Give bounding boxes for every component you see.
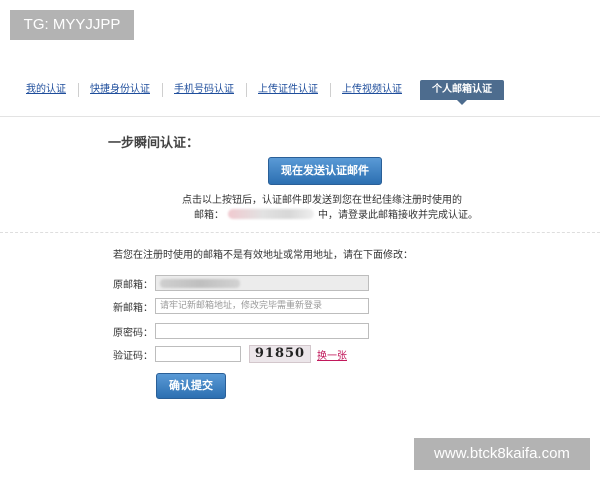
- original-password-label: 原密码：: [113, 327, 153, 339]
- original-email-label: 原邮箱：: [113, 279, 153, 291]
- notice-text-line1: 点击以上按钮后，认证邮件即发送到您在世纪佳缘注册时使用的: [182, 195, 462, 206]
- step-title: 一步瞬间认证：: [108, 136, 200, 151]
- new-email-label: 新邮箱：: [113, 302, 153, 314]
- tab-bar: 我的认证 快捷身份认证 手机号码认证 上传证件认证 上传视频认证 个人邮箱认证: [14, 78, 586, 105]
- send-verification-email-button[interactable]: 现在发送认证邮件: [268, 157, 382, 185]
- notice-email-suffix: 中，请登录此邮箱接收并完成认证。: [318, 210, 478, 221]
- original-email-row: 原邮箱：: [113, 274, 369, 292]
- tab-underline: [0, 116, 600, 117]
- tab-quick-identity[interactable]: 快捷身份认证: [78, 80, 162, 100]
- original-email-field: [155, 275, 369, 291]
- submit-button[interactable]: 确认提交: [156, 373, 226, 399]
- new-email-input[interactable]: 请牢记新邮箱地址，修改完毕需重新登录: [155, 298, 369, 314]
- change-captcha-link[interactable]: 换一张: [317, 347, 347, 362]
- captcha-label: 验证码：: [113, 350, 153, 362]
- tab-my-verification[interactable]: 我的认证: [14, 80, 78, 100]
- original-password-input[interactable]: [155, 323, 369, 339]
- captcha-row: 验证码： 91850 换一张: [113, 345, 347, 363]
- watermark-top-left: TG: MYYJJPP: [10, 10, 134, 40]
- redacted-email: [228, 208, 314, 219]
- captcha-image: 91850: [249, 345, 311, 363]
- section-divider: [0, 232, 600, 233]
- notice-email-prefix: 邮箱：: [194, 210, 224, 221]
- tab-phone-verification[interactable]: 手机号码认证: [162, 80, 246, 100]
- tab-upload-video[interactable]: 上传视频认证: [330, 80, 414, 100]
- tab-upload-document[interactable]: 上传证件认证: [246, 80, 330, 100]
- change-email-hint: 若您在注册时使用的邮箱不是有效地址或常用地址，请在下面修改：: [113, 250, 413, 261]
- notice-text-line2: 邮箱： 中，请登录此邮箱接收并完成认证。: [194, 206, 478, 221]
- new-email-row: 新邮箱： 请牢记新邮箱地址，修改完毕需重新登录: [113, 297, 369, 315]
- redacted-original-email: [160, 279, 240, 288]
- watermark-bottom-right: www.btck8kaifa.com: [414, 438, 590, 470]
- password-row: 原密码：: [113, 322, 369, 340]
- tab-email-verification[interactable]: 个人邮箱认证: [420, 80, 504, 105]
- captcha-input[interactable]: [155, 346, 241, 362]
